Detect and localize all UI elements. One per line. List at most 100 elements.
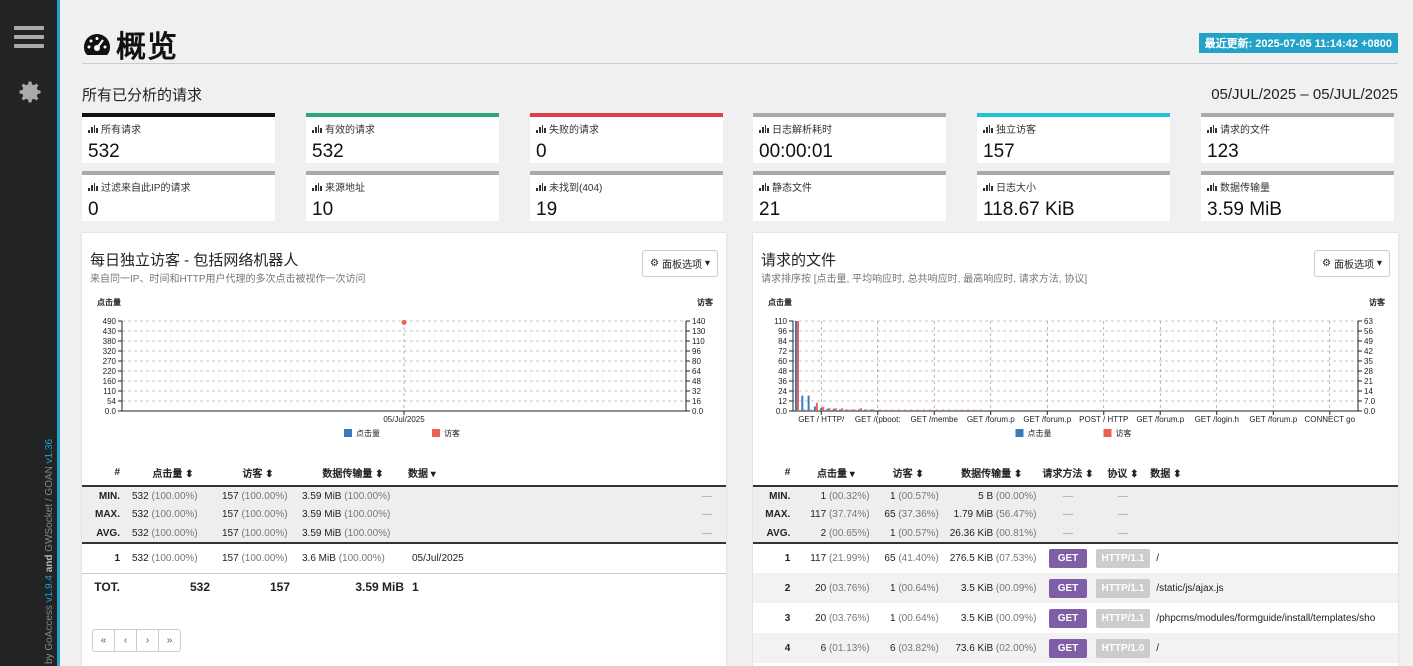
- row-label: AVG.: [766, 527, 791, 539]
- files-chart: 点击量 访客110 6396 5684 4972 4260 3548 2836 2124 1412…: [768, 297, 1386, 438]
- legend-label: 点击量: [1028, 428, 1052, 438]
- protocol-badge: HTTP/1.0: [1095, 638, 1151, 658]
- row-number: 2: [784, 582, 791, 594]
- stat-value: 10: [312, 199, 334, 220]
- value: 26.36 KiB: [949, 527, 996, 539]
- column-header[interactable]: #: [82, 460, 128, 487]
- data-cell: [1150, 524, 1398, 543]
- column-header[interactable]: 协议 ⬍: [1095, 460, 1151, 487]
- data-cell: 117 (37.74%): [798, 505, 873, 524]
- bar-chart-icon: [536, 124, 546, 133]
- dashboard-gauge-icon: [84, 34, 110, 55]
- table-row[interactable]: 1 532 (100.00%) 157 (100.00%) 3.6 MiB (100.…: [82, 543, 726, 573]
- data-cell: 3.59 MiB (100.00%): [298, 486, 408, 505]
- table-row[interactable]: 3 20 (03.76%) 1 (00.64%) 3.5 KiB (00.09%) GE…: [753, 603, 1398, 633]
- column-header[interactable]: 数据 ⬍: [1150, 460, 1398, 487]
- table-row[interactable]: 2 20 (03.76%) 1 (00.64%) 3.5 KiB (00.09%) GE…: [753, 573, 1398, 603]
- column-header[interactable]: 访客 ⬍: [873, 460, 943, 487]
- visitors-panel: 每日独立访客 - 包括网络机器人 来自同一IP、时间和HTTP用户代理的多次点击…: [82, 233, 726, 666]
- y-tick-right: 140: [692, 317, 706, 326]
- gwsocket-label: GWSocket / GOAN: [44, 463, 55, 552]
- stat-label-text: 未找到(404): [549, 183, 603, 194]
- data-cell: 26.36 KiB (00.81%): [943, 524, 1041, 543]
- column-header[interactable]: #: [753, 460, 799, 487]
- stat-value: 3.59 MiB: [1207, 199, 1282, 220]
- data-cell: 532 (100.00%): [128, 543, 218, 573]
- total-label: TOT.: [94, 580, 120, 595]
- percentage: (00.00%): [995, 490, 1037, 502]
- stat-card: 数据传输量 3.59 MiB: [1201, 171, 1394, 221]
- requested-files-panel: 请求的文件 请求排序按 [点击量, 平均响应时, 总共响应时, 最高响应时, 请…: [753, 233, 1398, 666]
- data-cell: 532 (100.00%): [128, 486, 218, 505]
- value: 65: [884, 553, 899, 564]
- bar-visitors: [885, 409, 888, 411]
- bar-visitors: [822, 406, 825, 411]
- total-data: 1: [412, 580, 419, 595]
- column-header[interactable]: 数据传输量 ⬍: [942, 460, 1041, 487]
- method-badge: GET: [1048, 638, 1088, 658]
- credit-prefix: by GoAccess: [44, 602, 55, 664]
- column-header[interactable]: 请求方法 ⬍: [1040, 460, 1096, 487]
- method-cell: GET: [1040, 573, 1095, 603]
- stat-value: 19: [536, 199, 558, 220]
- files-table: # 点击量 ▾ 访客 ⬍ 数据传输量 ⬍ 请求方法 ⬍ 协议 ⬍ 数据 ⬍ MIN. 1 (0…: [753, 460, 1398, 663]
- y-axis-right-label: 访客: [697, 297, 714, 307]
- stat-label-text: 日志解析耗时: [772, 125, 832, 136]
- files-panel-subtitle: 请求排序按 [点击量, 平均响应时, 总共响应时, 最高响应时, 请求方法, 协…: [761, 274, 1088, 285]
- caret-down-icon: ▾: [1376, 258, 1382, 269]
- protocol-badge: HTTP/1.1: [1095, 549, 1151, 568]
- percentage: (00.32%): [828, 490, 870, 502]
- column-header[interactable]: 数据传输量 ⬍: [298, 460, 408, 487]
- gear-icon[interactable]: [16, 78, 44, 106]
- y-tick-left: 110: [103, 387, 116, 396]
- pagination-button[interactable]: ‹: [114, 629, 137, 652]
- pagination-button[interactable]: »: [158, 629, 181, 652]
- value: 117: [810, 509, 829, 520]
- percentage: (00.09%): [995, 612, 1037, 624]
- percentage: (21.99%): [828, 553, 870, 564]
- method-cell: —: [1062, 509, 1073, 520]
- bar-visitors: [866, 409, 869, 411]
- y-tick-right: 96: [692, 347, 701, 356]
- bar-visitors: [929, 409, 932, 411]
- visitors-panel-options-button[interactable]: ⚙ 面板选项 ▾: [642, 250, 718, 277]
- bar-hits: [971, 410, 974, 411]
- table-row[interactable]: 46 (01.13%) 6 (03.82%) 73.6 KiB (02.00%) GE…: [753, 633, 1398, 663]
- value: 1.79 MiB: [953, 509, 996, 520]
- legend-swatch: [432, 429, 440, 437]
- visitors-panel-title: 每日独立访客 - 包括网络机器人: [90, 252, 299, 269]
- percentage: (00.65%): [828, 527, 870, 539]
- page-header: 概览 最近更新: 2025-07-05 11:14:42 +0800: [82, 18, 1398, 64]
- table-row[interactable]: 1 117 (21.99%) 65 (41.40%) 276.5 KiB (07.53…: [753, 543, 1398, 573]
- column-header[interactable]: 访客 ⬍: [218, 460, 298, 487]
- data-cell: 3.6 MiB (100.00%): [298, 543, 408, 573]
- column-header[interactable]: 数据 ▾: [408, 460, 726, 487]
- data-cell: 157 (100.00%): [218, 524, 298, 543]
- bar-hits: [858, 409, 860, 411]
- gwsocket-version[interactable]: v1.36: [44, 439, 55, 463]
- value: 532: [132, 509, 152, 520]
- summary-row: AVG. 532 (100.00%) 157 (100.00%) 3.59 MiB (…: [82, 524, 726, 543]
- column-header[interactable]: 点击量 ⬍: [128, 460, 218, 487]
- value: 276.5 KiB: [949, 553, 996, 564]
- value: 6: [820, 642, 829, 654]
- value: 532: [132, 490, 152, 502]
- bar-visitors: [954, 409, 957, 411]
- y-tick-right: 21: [1364, 377, 1373, 386]
- y-tick-right: 56: [1364, 327, 1373, 336]
- y-tick-right: 16: [692, 397, 701, 406]
- files-panel-options-button[interactable]: ⚙ 面板选项 ▾: [1314, 250, 1390, 277]
- y-axis-left-label: 点击量: [768, 297, 792, 307]
- bar-visitors: [809, 409, 812, 411]
- y-tick-left: 0.0: [776, 407, 788, 416]
- stat-value: 0: [536, 141, 547, 162]
- bar-hits: [952, 410, 955, 411]
- stat-label-text: 所有请求: [101, 125, 141, 136]
- pagination-button[interactable]: «: [92, 629, 115, 652]
- pagination-button[interactable]: ›: [136, 629, 159, 652]
- page-title-text: 概览: [116, 31, 178, 64]
- column-header[interactable]: 点击量 ▾: [798, 460, 874, 487]
- goaccess-version[interactable]: v1.9.4: [44, 575, 55, 602]
- bar-visitors: [973, 409, 976, 411]
- hamburger-menu-icon[interactable]: [14, 26, 44, 50]
